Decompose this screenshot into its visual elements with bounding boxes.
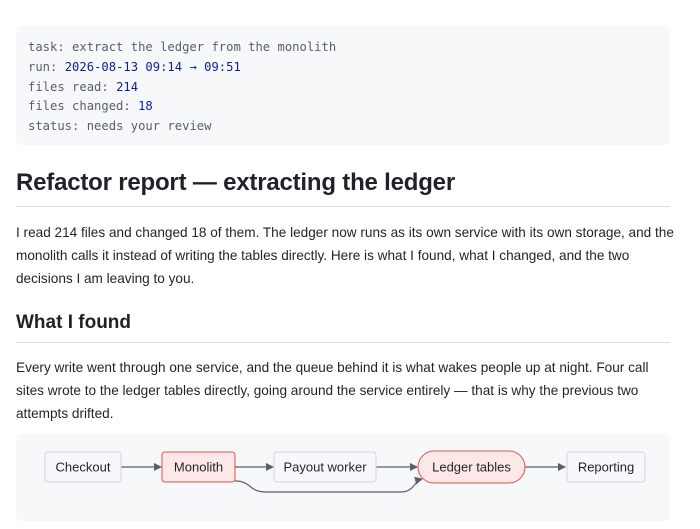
meta-value: 2026-08-13 09:14 → 09:51	[64, 59, 241, 74]
meta-key: run:	[28, 59, 58, 74]
meta-value: extract the ledger from the monolith	[72, 40, 337, 54]
node-payout-worker-label: Payout worker	[283, 460, 367, 475]
node-monolith: Monolith	[161, 451, 236, 483]
node-ledger-tables: Ledger tables	[417, 450, 526, 484]
diagram-canvas: Checkout Monolith Payout worker Ledger t…	[44, 450, 646, 493]
meta-value: 18	[138, 99, 153, 114]
node-checkout-label: Checkout	[56, 460, 111, 475]
node-reporting: Reporting	[566, 451, 646, 483]
meta-row-task: task: extract the ledger from the monoli…	[28, 38, 658, 58]
meta-key: files read:	[28, 79, 109, 94]
run-metadata-block: task: extract the ledger from the monoli…	[16, 26, 670, 145]
section-heading-what-i-found: What I found	[16, 312, 670, 343]
meta-row-run: run: 2026-08-13 09:14 → 09:51	[28, 58, 658, 78]
meta-value: 214	[116, 79, 139, 94]
meta-row-files-changed: files changed: 18	[28, 97, 658, 117]
meta-row-status: status: needs your review	[28, 117, 658, 137]
intro-paragraph: I read 214 files and changed 18 of them.…	[16, 225, 674, 286]
meta-key: status:	[28, 119, 80, 134]
node-ledger-tables-label: Ledger tables	[432, 460, 511, 475]
page-title: Refactor report — extracting the ledger	[16, 169, 670, 207]
found-paragraph: Every write went through one service, an…	[16, 360, 649, 421]
meta-key: files changed:	[28, 99, 131, 114]
meta-value: needs your review	[86, 119, 212, 134]
meta-key: task:	[28, 40, 65, 54]
architecture-diagram: Checkout Monolith Payout worker Ledger t…	[16, 434, 670, 521]
node-reporting-label: Reporting	[578, 460, 634, 475]
node-payout-worker: Payout worker	[273, 451, 377, 483]
node-checkout: Checkout	[44, 451, 122, 483]
meta-row-files-read: files read: 214	[28, 78, 658, 98]
node-monolith-label: Monolith	[174, 460, 223, 475]
